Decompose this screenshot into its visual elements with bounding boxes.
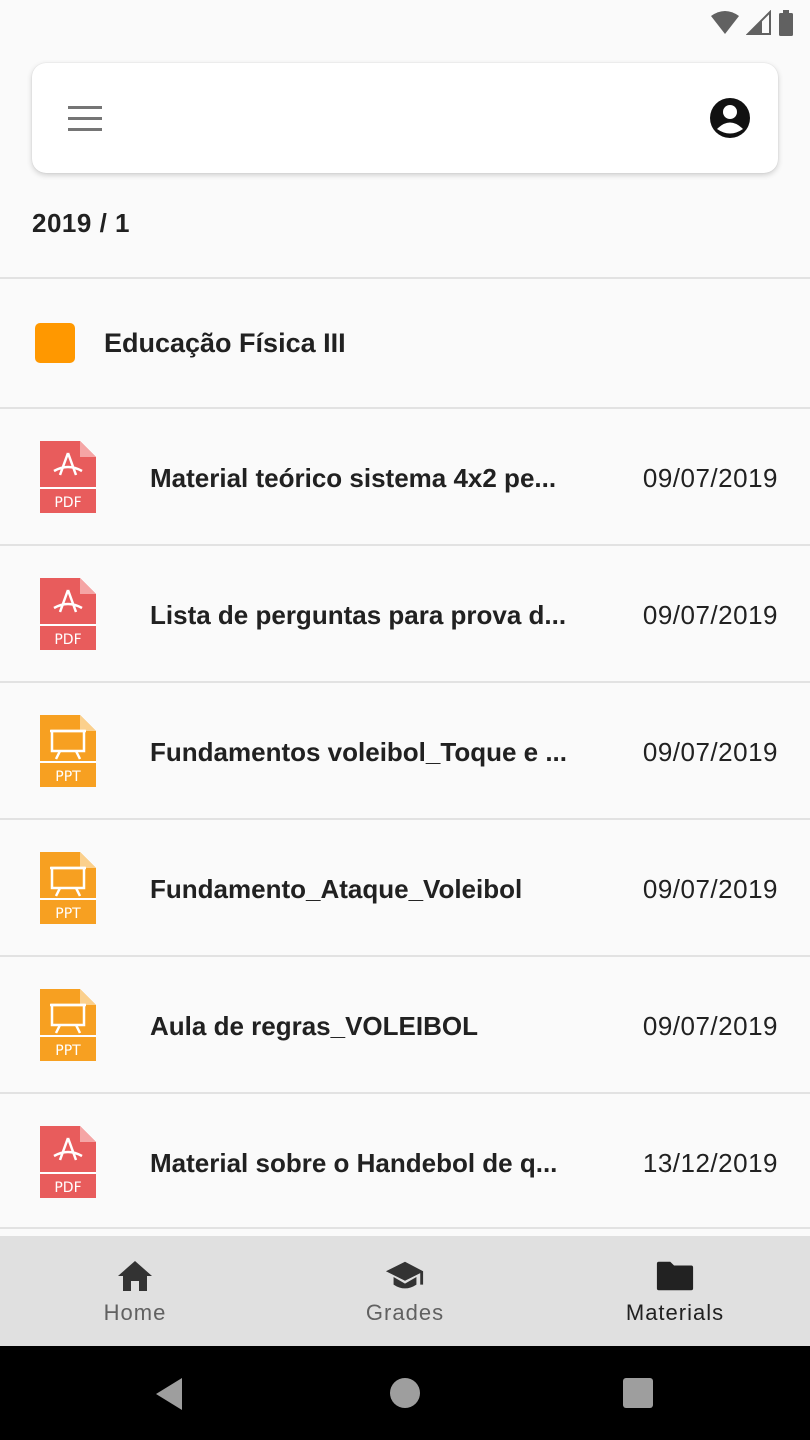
svg-text:PPT: PPT [55, 769, 81, 785]
home-icon [118, 1261, 152, 1291]
term-label: 2019 / 1 [32, 208, 130, 238]
battery-icon [779, 10, 793, 36]
account-button[interactable] [708, 96, 752, 140]
signal-icon [746, 10, 771, 35]
course-title: Educação Física III [104, 328, 346, 358]
nav-grades-icon-wrap [385, 1258, 425, 1294]
file-row[interactable]: PPT Fundamentos voleibol_Toque e ... 09/… [0, 681, 810, 818]
nav-materials-icon-wrap [655, 1258, 695, 1294]
file-date: 09/07/2019 [642, 463, 778, 493]
file-date: 09/07/2019 [642, 600, 778, 630]
svg-text:PDF: PDF [54, 495, 81, 511]
status-bar [0, 0, 810, 48]
file-name: Material teórico sistema 4x2 pe... [150, 463, 557, 493]
file-name: Material sobre o Handebol de q... [150, 1148, 558, 1178]
svg-text:PPT: PPT [55, 1043, 81, 1059]
recents-icon[interactable] [622, 1377, 654, 1409]
file-name: Lista de perguntas para prova d... [150, 600, 567, 630]
system-navigation-bar [0, 1346, 810, 1440]
svg-text:PPT: PPT [55, 906, 81, 922]
file-date: 09/07/2019 [642, 737, 778, 767]
nav-home-icon-wrap [115, 1258, 155, 1294]
menu-button[interactable] [62, 97, 108, 139]
materials-list: PDF Material teórico sistema 4x2 pe... 0… [0, 407, 810, 1229]
file-row[interactable]: PDF Material sobre o Handebol de q... 13… [0, 1092, 810, 1229]
file-row[interactable]: PPT Aula de regras_VOLEIBOL 09/07/2019 [0, 955, 810, 1092]
course-header[interactable]: Educação Física III [0, 279, 810, 407]
nav-materials[interactable]: Materials [540, 1236, 810, 1346]
file-name: Fundamento_Ataque_Voleibol [150, 874, 523, 904]
menu-icon [68, 106, 102, 131]
file-date: 09/07/2019 [642, 874, 778, 904]
ppt-file-icon: PPT [40, 989, 96, 1061]
file-row[interactable]: PPT Fundamento_Ataque_Voleibol 09/07/201… [0, 818, 810, 955]
file-date: 13/12/2019 [642, 1148, 778, 1178]
nav-grades-label: Grades [365, 1300, 445, 1325]
ppt-file-icon: PPT [40, 852, 96, 924]
bottom-navigation: Home Grades Materials [0, 1236, 810, 1346]
account-icon [710, 98, 750, 138]
file-name: Aula de regras_VOLEIBOL [150, 1011, 478, 1041]
status-icons [710, 10, 794, 36]
ppt-file-icon: PPT [40, 715, 96, 787]
nav-materials-label: Materials [625, 1300, 725, 1325]
pdf-file-icon: PDF [40, 1126, 96, 1198]
file-row[interactable]: PDF Material teórico sistema 4x2 pe... 0… [0, 407, 810, 544]
file-date: 09/07/2019 [642, 1011, 778, 1041]
back-icon[interactable] [152, 1376, 186, 1412]
nav-home-label: Home [103, 1300, 167, 1325]
top-app-bar [32, 63, 778, 173]
nav-grades[interactable]: Grades [270, 1236, 540, 1346]
nav-home[interactable]: Home [0, 1236, 270, 1346]
home-circle-icon[interactable] [389, 1377, 421, 1409]
svg-text:PDF: PDF [54, 632, 81, 648]
file-name: Fundamentos voleibol_Toque e ... [150, 737, 568, 767]
svg-text:PDF: PDF [54, 1180, 81, 1196]
file-row[interactable]: PDF Lista de perguntas para prova d... 0… [0, 544, 810, 681]
pdf-file-icon: PDF [40, 578, 96, 650]
wifi-icon [711, 11, 739, 34]
grades-icon [385, 1261, 424, 1289]
folder-icon [656, 1261, 694, 1291]
course-color-swatch [35, 323, 75, 363]
pdf-file-icon: PDF [40, 441, 96, 513]
